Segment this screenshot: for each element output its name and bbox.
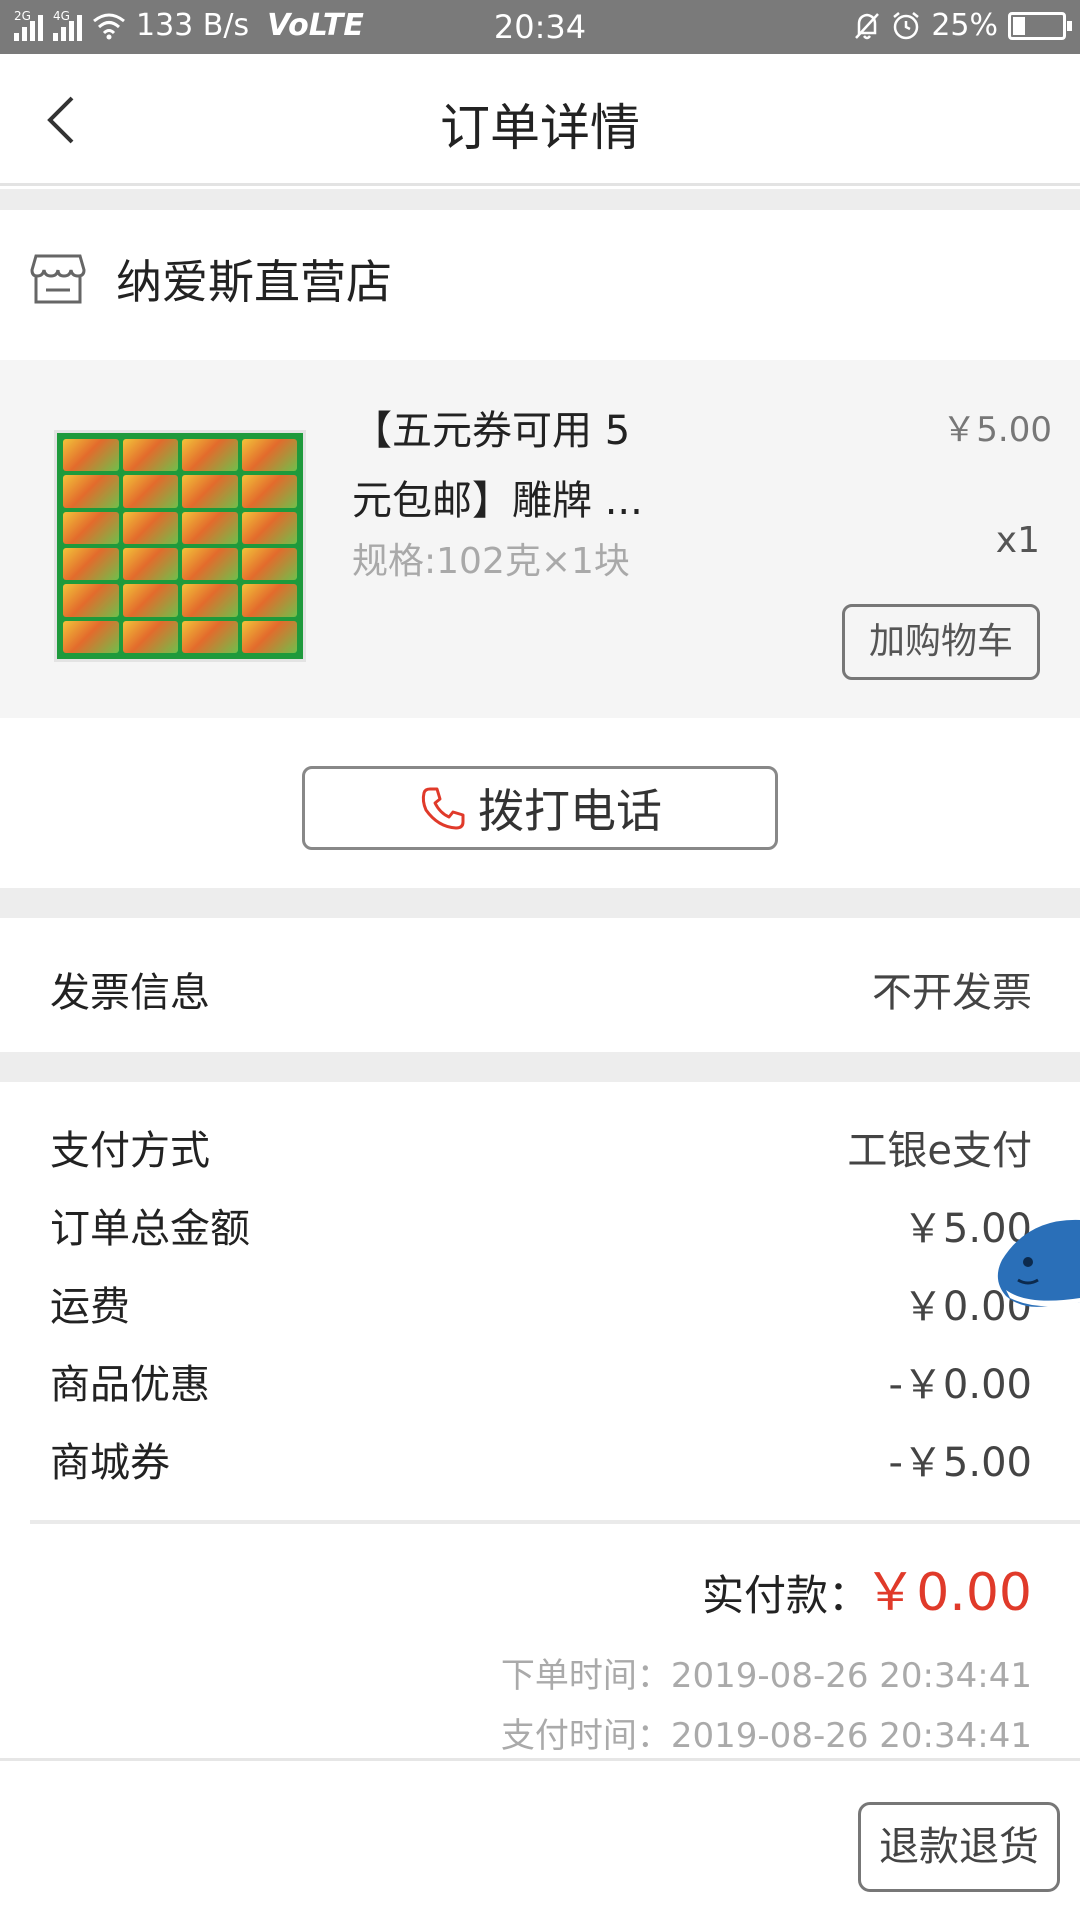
coupon-value: -￥5.00 xyxy=(888,1440,1033,1486)
bell-off-icon xyxy=(855,12,880,39)
divider xyxy=(0,1758,1080,1761)
order-time: 下单时间：2019-08-26 20:34:41 xyxy=(500,1656,1032,1696)
refund-button[interactable]: 退款退货 xyxy=(858,1802,1060,1892)
section-gap xyxy=(0,888,1080,918)
phone-icon xyxy=(421,787,465,830)
product-image xyxy=(54,430,306,662)
section-gap xyxy=(0,189,1080,210)
payment-method-value: 工银e支付 xyxy=(847,1128,1032,1174)
alarm-icon xyxy=(893,11,920,39)
whale-assistant-icon[interactable] xyxy=(988,1210,1080,1322)
section-gap xyxy=(0,1052,1080,1082)
paid-amount-label: 实付款： xyxy=(701,1571,870,1620)
product-name: 【五元券可用 5 元包邮】雕牌 ... xyxy=(352,408,643,524)
add-to-cart-button[interactable]: 加购物车 xyxy=(842,604,1040,680)
shipping-label: 运费 xyxy=(50,1284,130,1330)
status-right: 25% xyxy=(853,8,1072,43)
discount-label: 商品优惠 xyxy=(50,1362,210,1408)
payment-section: 支付方式 工银e支付 订单总金额 ￥5.00 运费 ￥0.00 商品优惠 -￥0… xyxy=(0,1082,1080,1920)
invoice-label: 发票信息 xyxy=(50,970,210,1016)
app-header: 订单详情 xyxy=(0,54,1080,186)
product-spec: 规格:102克×1块 xyxy=(352,541,630,582)
order-total-label: 订单总金额 xyxy=(50,1206,250,1252)
discount-value: -￥0.00 xyxy=(888,1362,1033,1408)
call-section: 拨打电话 xyxy=(0,718,1080,888)
call-button-label: 拨打电话 xyxy=(478,784,662,838)
coupon-label: 商城券 xyxy=(50,1440,170,1486)
invoice-value: 不开发票 xyxy=(872,970,1032,1016)
page-title: 订单详情 xyxy=(440,99,640,157)
battery-percent: 25% xyxy=(931,8,998,43)
invoice-row[interactable]: 发票信息 不开发票 xyxy=(0,918,1080,1052)
shop-row[interactable]: 纳爱斯直营店 xyxy=(0,210,1080,360)
pay-time: 支付时间：2019-08-26 20:34:41 xyxy=(500,1716,1032,1756)
shop-name: 纳爱斯直营店 xyxy=(116,255,392,309)
call-button[interactable]: 拨打电话 xyxy=(302,766,778,850)
divider xyxy=(30,1520,1080,1524)
battery-icon xyxy=(1008,11,1072,40)
store-icon xyxy=(30,254,86,304)
status-bar: 2G 4G 133 B/s VoLTE 20:34 25% xyxy=(0,0,1080,54)
product-card[interactable]: 【五元券可用 5 元包邮】雕牌 ... 规格:102克×1块 ￥5.00 x1 … xyxy=(0,360,1080,718)
paid-amount-value: ￥0.00 xyxy=(864,1563,1032,1623)
payment-method-label: 支付方式 xyxy=(50,1128,210,1174)
product-quantity: x1 xyxy=(995,520,1040,561)
battery-fill xyxy=(1013,16,1025,35)
product-price: ￥5.00 xyxy=(942,410,1052,450)
